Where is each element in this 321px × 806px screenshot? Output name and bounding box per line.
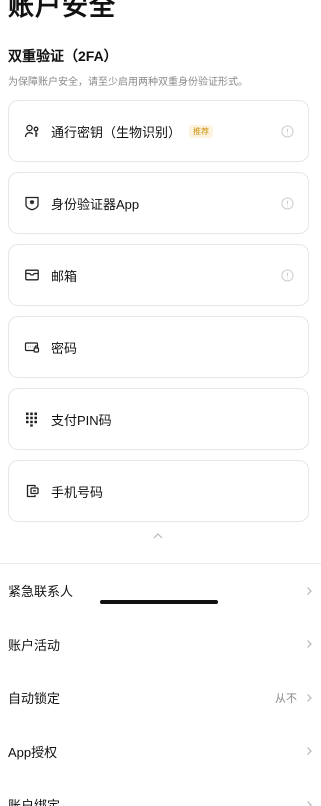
chevron-right-icon <box>307 586 312 595</box>
chevron-right-icon <box>307 747 312 756</box>
passkey-icon <box>23 122 41 140</box>
settings-item-auto-lock[interactable]: 自动锁定 从不 <box>0 671 321 725</box>
info-icon[interactable] <box>281 196 294 210</box>
settings-item-label: 紧急联系人 <box>8 584 74 600</box>
twofa-method-password[interactable]: 密码 <box>8 316 309 378</box>
chevron-right-icon <box>307 693 312 702</box>
mail-icon <box>23 266 41 284</box>
settings-item-label: 账户活动 <box>8 637 61 653</box>
twofa-section-description: 为保障账户安全，请至少启用两种双重身份验证形式。 <box>8 77 248 88</box>
twofa-method-label: 通行密钥（生物识别） <box>51 124 182 140</box>
recommended-badge: 推荐 <box>189 124 214 138</box>
page-title: 账户安全 <box>8 0 117 21</box>
settings-item-app-authorization[interactable]: App授权 <box>0 725 321 779</box>
twofa-methods-list: 通行密钥（生物识别） 推荐 身份验证器App 邮箱 密码 支付PIN码 手机号码 <box>8 100 309 532</box>
authenticator-icon <box>23 194 41 212</box>
twofa-method-label: 邮箱 <box>51 268 78 284</box>
settings-item-label: App授权 <box>8 744 58 760</box>
info-icon[interactable] <box>281 268 294 282</box>
chevron-right-icon <box>307 800 312 806</box>
chevron-right-icon <box>307 640 312 649</box>
settings-item-account-binding[interactable]: 账户绑定 <box>0 778 321 806</box>
settings-item-label: 账户绑定 <box>8 798 61 806</box>
twofa-method-authenticator[interactable]: 身份验证器App <box>8 172 309 234</box>
twofa-method-label: 密码 <box>51 340 78 356</box>
auto-lock-value: 从不 <box>275 692 297 705</box>
phone-icon <box>23 482 41 500</box>
twofa-method-label: 身份验证器App <box>51 196 140 212</box>
twofa-method-email[interactable]: 邮箱 <box>8 244 309 306</box>
twofa-method-phone[interactable]: 手机号码 <box>8 460 309 522</box>
twofa-method-payment-pin[interactable]: 支付PIN码 <box>8 388 309 450</box>
home-indicator[interactable] <box>100 600 218 604</box>
info-icon[interactable] <box>281 124 294 138</box>
settings-item-label: 自动锁定 <box>8 691 61 707</box>
settings-item-emergency-contact[interactable]: 紧急联系人 <box>0 564 321 618</box>
twofa-method-label: 手机号码 <box>51 484 104 500</box>
twofa-method-passkey[interactable]: 通行密钥（生物识别） 推荐 <box>8 100 309 162</box>
settings-item-account-activity[interactable]: 账户活动 <box>0 618 321 672</box>
twofa-section-title: 双重验证（2FA） <box>8 48 118 64</box>
twofa-method-label: 支付PIN码 <box>51 412 112 428</box>
collapse-chevron-up-icon[interactable] <box>150 530 166 542</box>
password-icon <box>23 338 41 356</box>
pin-keypad-icon <box>23 410 41 428</box>
